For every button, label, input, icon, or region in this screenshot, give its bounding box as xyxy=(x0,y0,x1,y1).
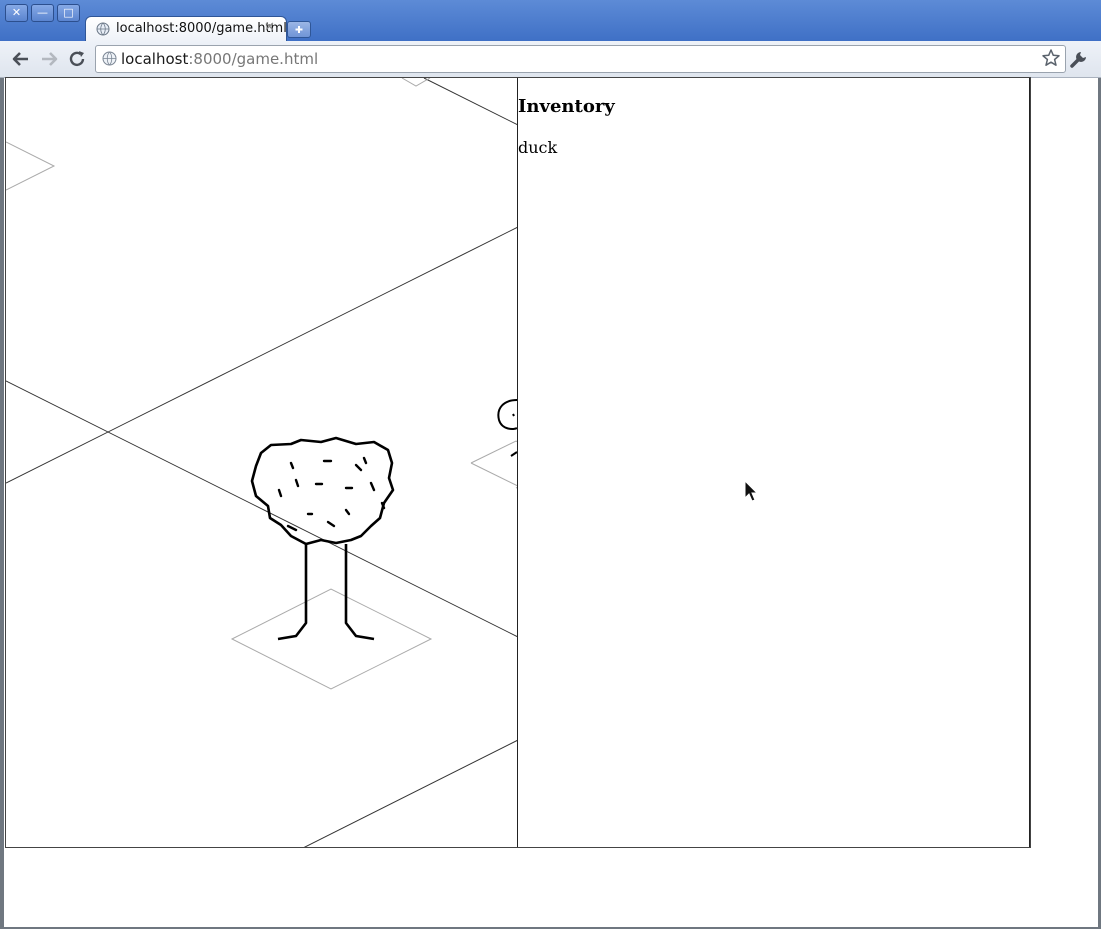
tab-close-icon[interactable]: ✕ xyxy=(264,20,275,35)
tile-outline xyxy=(230,588,433,690)
browser-toolbar: localhost:8000/game.html xyxy=(0,41,1101,78)
window-minimize-button[interactable]: — xyxy=(31,4,54,22)
reload-icon[interactable] xyxy=(66,48,88,70)
game-area: Inventory duck xyxy=(5,77,1031,848)
close-icon: ✕ xyxy=(11,6,22,19)
bookmark-star-icon[interactable] xyxy=(1041,48,1061,68)
grid-line xyxy=(6,380,527,642)
inventory-panel: Inventory duck xyxy=(517,78,1030,847)
maximize-icon: □ xyxy=(63,6,74,19)
window-close-button[interactable]: ✕ xyxy=(5,4,28,22)
browser-window: ✕ — □ localhost:8000/game.html ✕ localho… xyxy=(0,0,1101,929)
plus-icon xyxy=(295,26,303,33)
address-bar[interactable]: localhost:8000/game.html xyxy=(95,45,1066,73)
inventory-list: duck xyxy=(518,138,557,158)
url-path: :8000/game.html xyxy=(188,50,319,68)
tree-sprite xyxy=(250,436,395,641)
tree-trunk-left xyxy=(277,544,308,641)
stick-figure-sprite xyxy=(497,399,518,457)
url-host: localhost xyxy=(121,50,189,68)
wrench-icon[interactable] xyxy=(1068,48,1090,70)
window-maximize-button[interactable]: □ xyxy=(57,4,80,22)
forward-arrow-icon[interactable] xyxy=(38,48,60,70)
grid-line xyxy=(6,222,527,484)
grid-line xyxy=(423,78,527,130)
inventory-item[interactable]: duck xyxy=(518,138,557,158)
page-info-icon xyxy=(102,51,117,66)
tree-canopy xyxy=(250,436,395,546)
title-bar: ✕ — □ localhost:8000/game.html ✕ xyxy=(0,0,1101,42)
minimize-icon: — xyxy=(37,6,48,19)
new-tab-button[interactable] xyxy=(287,21,311,38)
inventory-title: Inventory xyxy=(518,96,615,117)
globe-icon xyxy=(96,22,110,36)
mouse-cursor-icon xyxy=(744,480,758,502)
isometric-grid xyxy=(6,78,527,847)
tile-outline xyxy=(6,141,56,191)
tab-title: localhost:8000/game.html xyxy=(116,21,287,36)
tab-game[interactable]: localhost:8000/game.html ✕ xyxy=(85,16,287,42)
back-arrow-icon[interactable] xyxy=(10,48,32,70)
url-text: localhost:8000/game.html xyxy=(121,50,318,68)
grid-line xyxy=(303,735,527,847)
